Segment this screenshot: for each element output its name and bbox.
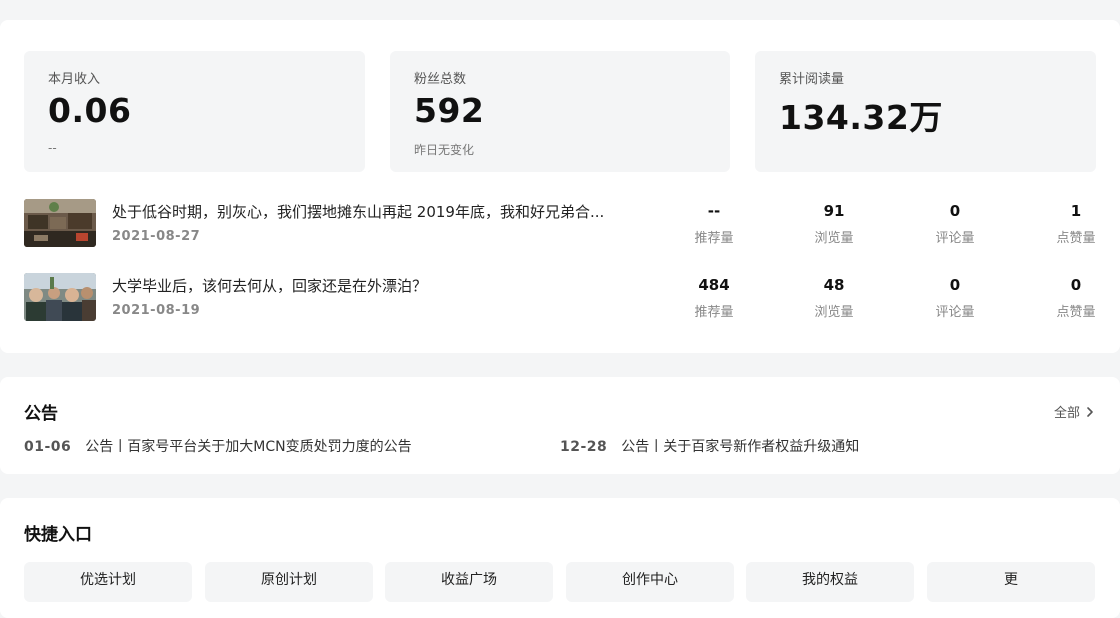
stat-sub: -- [48,141,57,155]
metric-label: 推荐量 [694,231,734,246]
stat-label: 累计阅读量 [779,72,845,87]
metric-label: 推荐量 [694,305,734,320]
quick-entry-button[interactable]: 我的权益 [746,562,914,602]
notice-date: 12-28 [560,439,608,455]
notice-date: 01-06 [24,439,72,455]
metric-label: 浏览量 [814,231,854,246]
stat-total-reads[interactable]: 累计阅读量 134.32万 [755,51,1096,172]
notice-item[interactable]: 12-28 公告丨关于百家号新作者权益升级通知 [560,436,859,456]
article-title[interactable]: 处于低谷时期，别灰心，我们摆地摊东山再起 2019年底，我和好兄弟合... [112,201,604,222]
stat-value: 592 [414,91,485,130]
notice-more-link[interactable]: 全部 [1054,402,1096,421]
metric-views: 91 浏览量 [789,199,879,246]
metric-label: 点赞量 [1056,231,1096,246]
quick-entry-title: 快捷入口 [24,525,92,545]
article-thumbnail[interactable] [24,273,96,321]
quick-entry-card: 快捷入口 优选计划 原创计划 收益广场 创作中心 我的权益 更 [0,498,1120,618]
metric-value: 0 [1070,276,1082,294]
article-row[interactable]: 大学毕业后，该何去何从，回家还是在外漂泊？ 2021-08-19 484 推荐量… [24,273,1096,321]
article-row[interactable]: 处于低谷时期，别灰心，我们摆地摊东山再起 2019年底，我和好兄弟合... 20… [24,199,1096,247]
metric-recommend: -- 推荐量 [669,199,759,246]
more-link-label: 全部 [1053,406,1080,421]
metric-value: 0 [949,276,961,294]
metric-views: 48 浏览量 [789,273,879,320]
article-title[interactable]: 大学毕业后，该何去何从，回家还是在外漂泊？ [112,275,427,296]
stat-label: 粉丝总数 [414,72,467,87]
metric-value: 48 [823,276,845,294]
metric-value: 1 [1070,202,1082,220]
notice-card: 公告 全部 01-06 公告丨百家号平台关于加大MCN变质处罚力度的公告 12-2… [0,377,1120,474]
notice-title: 公告 [24,404,58,424]
quick-entry-button[interactable]: 更 [927,562,1095,602]
metric-value: 0 [949,202,961,220]
article-date: 2021-08-19 [112,303,201,318]
notice-text: 公告丨百家号平台关于加大MCN变质处罚力度的公告 [85,439,412,455]
article-date: 2021-08-27 [112,229,201,244]
metric-likes: 1 点赞量 [1031,199,1120,246]
article-thumbnail[interactable] [24,199,96,247]
metric-value: 91 [823,202,845,220]
stat-total-fans[interactable]: 粉丝总数 592 昨日无变化 [390,51,730,172]
metric-comments: 0 评论量 [910,199,1000,246]
stat-value: 0.06 [48,91,132,130]
stat-label: 本月收入 [48,72,101,87]
metric-label: 点赞量 [1056,305,1096,320]
metric-value: -- [707,202,721,220]
quick-entry-button[interactable]: 收益广场 [385,562,553,602]
stat-value: 134.32万 [779,98,943,137]
stat-monthly-income[interactable]: 本月收入 0.06 -- [24,51,365,172]
metric-label: 浏览量 [814,305,854,320]
chevron-right-icon [1087,406,1093,417]
metric-likes: 0 点赞量 [1031,273,1120,320]
quick-entry-button[interactable]: 优选计划 [24,562,192,602]
notice-item[interactable]: 01-06 公告丨百家号平台关于加大MCN变质处罚力度的公告 [24,436,412,456]
overview-card: 本月收入 0.06 -- 粉丝总数 592 昨日无变化 累计阅读量 134.32… [0,20,1120,353]
quick-entry-button[interactable]: 创作中心 [566,562,734,602]
metric-comments: 0 评论量 [910,273,1000,320]
metric-label: 评论量 [935,231,975,246]
metric-label: 评论量 [935,305,975,320]
metric-value: 484 [698,276,730,294]
quick-entry-button[interactable]: 原创计划 [205,562,373,602]
notice-text: 公告丨关于百家号新作者权益升级通知 [621,439,860,455]
metric-recommend: 484 推荐量 [669,273,759,320]
stat-sub: 昨日无变化 [414,143,475,157]
